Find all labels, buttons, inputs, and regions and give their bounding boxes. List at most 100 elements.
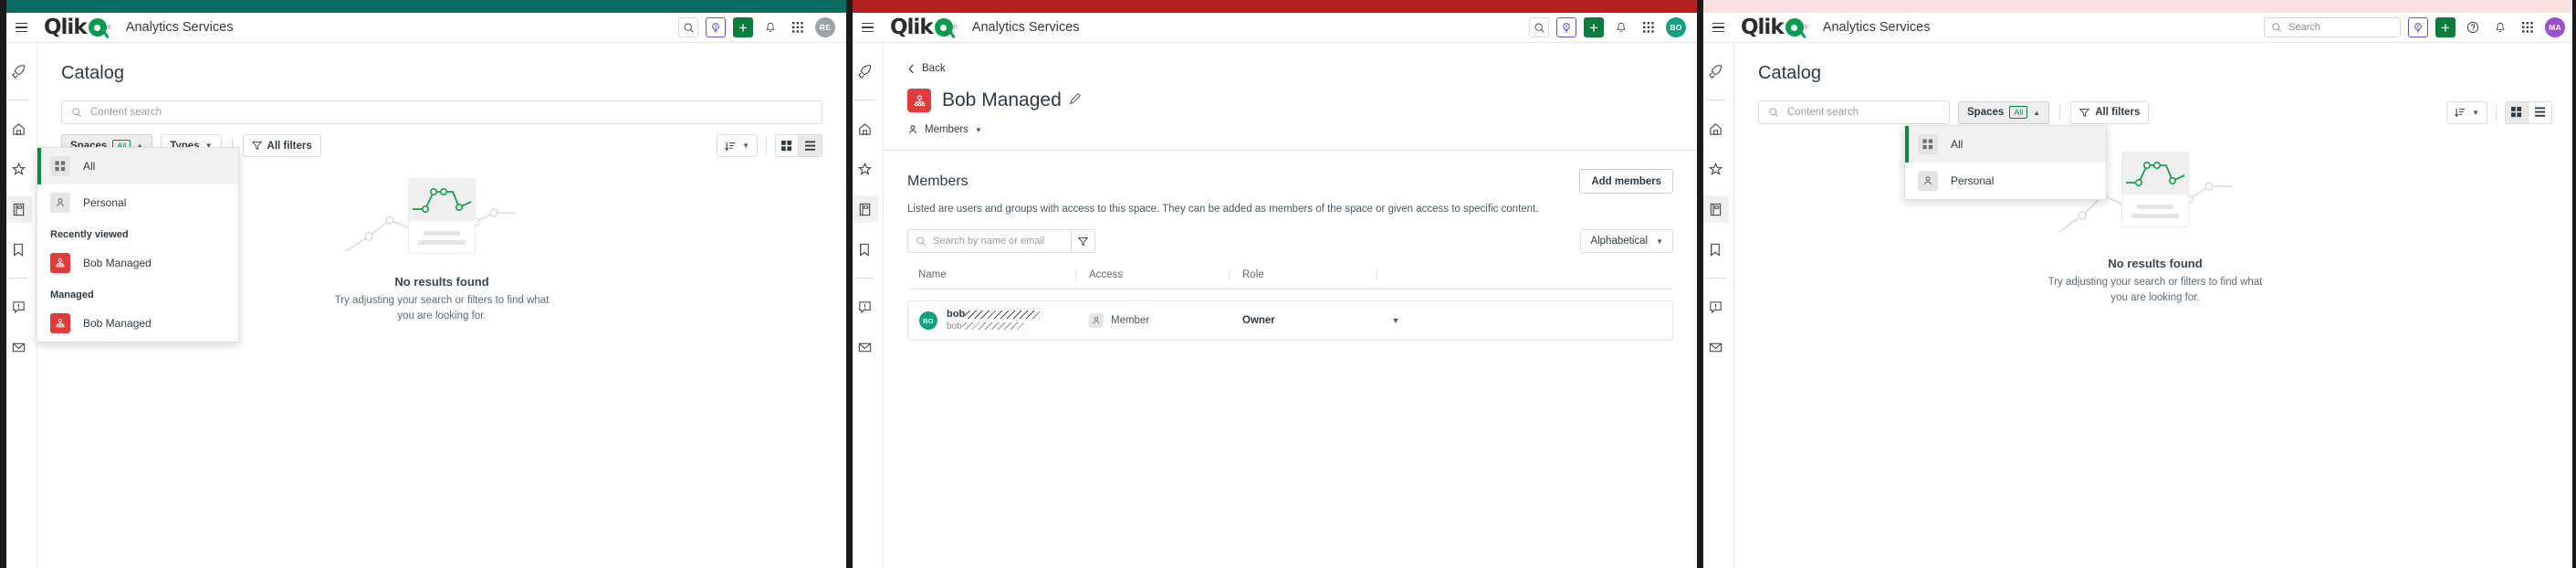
column-header-name: Name <box>918 269 947 280</box>
grid-view-button[interactable] <box>2505 100 2529 124</box>
all-filters-button[interactable]: All filters <box>2070 100 2150 124</box>
sidebar-item-home[interactable] <box>5 115 32 142</box>
column-header-actions <box>1377 269 1413 280</box>
chevron-left-icon <box>908 64 914 73</box>
managed-space-icon <box>50 253 70 273</box>
empty-illustration <box>337 178 547 262</box>
spaces-dropdown-item-personal[interactable]: Personal <box>37 184 238 221</box>
insight-advisor-icon[interactable] <box>1556 17 1576 37</box>
bell-icon[interactable] <box>760 17 780 37</box>
apps-grid-icon[interactable] <box>788 17 808 37</box>
empty-skeleton-card <box>408 178 476 254</box>
sidebar-item-favorites[interactable] <box>1702 155 1729 183</box>
table-row[interactable]: BO bob bob Member Owner ▼ <box>907 300 1673 341</box>
add-icon[interactable]: + <box>2435 17 2456 37</box>
list-view-button[interactable] <box>799 134 822 157</box>
sidebar-item-alerts[interactable] <box>5 293 32 321</box>
spaces-dropdown-item-personal[interactable]: Personal <box>1905 163 2106 199</box>
sidebar-item-favorites[interactable] <box>5 155 32 183</box>
insight-advisor-icon[interactable] <box>706 17 726 37</box>
browser-window-middle: Qlik ® Analytics Services + BO Back Bob … <box>846 0 1697 568</box>
spaces-group-recently-viewed: Recently viewed <box>50 229 129 240</box>
sort-button[interactable]: ▼ <box>717 134 758 157</box>
page-title: Catalog <box>61 63 124 83</box>
member-row-menu[interactable]: ▼ <box>1377 316 1414 325</box>
chevron-down-icon: ▼ <box>1656 237 1663 246</box>
search-icon[interactable] <box>1529 17 1549 37</box>
bell-icon[interactable] <box>2490 17 2510 37</box>
menu-icon[interactable] <box>1708 17 1728 37</box>
insight-advisor-icon[interactable] <box>2408 17 2428 37</box>
sort-button[interactable]: ▼ <box>2446 100 2487 124</box>
avatar[interactable]: MA <box>2545 17 2565 37</box>
top-navigation-bar: Qlik ® Analytics Services + <box>0 13 846 43</box>
empty-state-subtitle: Try adjusting your search or filters to … <box>335 293 550 323</box>
sidebar-item-rocket[interactable] <box>5 58 32 85</box>
sidebar-item-home[interactable] <box>851 115 878 142</box>
search-icon[interactable] <box>678 17 698 37</box>
sidebar-item-mail[interactable] <box>5 333 32 361</box>
sidebar-item-mail[interactable] <box>1702 333 1729 361</box>
edit-space-icon[interactable] <box>1069 92 1082 110</box>
member-role: Owner <box>1242 315 1275 326</box>
qlik-logo[interactable]: Qlik ® <box>44 16 111 39</box>
funnel-icon <box>251 142 262 151</box>
spaces-dropdown-item-all[interactable]: All <box>1905 126 2106 163</box>
spaces-dropdown-item-bob-managed-recent[interactable]: Bob Managed <box>37 245 238 281</box>
members-sort-select[interactable]: Alphabetical ▼ <box>1580 229 1673 253</box>
spaces-filter-button[interactable]: Spaces All ▲ <box>1958 100 2050 124</box>
avatar[interactable]: RE <box>815 17 835 37</box>
back-link[interactable]: Back <box>907 63 1673 74</box>
sidebar-item-mail[interactable] <box>851 333 878 361</box>
qlik-logo[interactable]: Qlik ® <box>890 16 958 39</box>
spaces-dropdown-item-bob-managed[interactable]: Bob Managed <box>37 305 238 342</box>
apps-grid-icon[interactable] <box>1639 17 1659 37</box>
sidebar-item-rocket[interactable] <box>851 58 878 85</box>
app-title: Analytics Services <box>1822 20 1931 35</box>
qlik-mark-icon <box>1785 18 1804 37</box>
all-filters-button[interactable]: All filters <box>242 134 321 157</box>
sidebar-item-bookmarks[interactable] <box>5 236 32 263</box>
menu-icon[interactable] <box>857 17 877 37</box>
avatar[interactable]: BO <box>1666 17 1686 37</box>
bell-icon[interactable] <box>1611 17 1631 37</box>
member-filter-button[interactable] <box>1072 229 1095 253</box>
spaces-dropdown-item-all[interactable]: All <box>37 148 238 184</box>
sidebar-item-catalog[interactable] <box>851 195 878 223</box>
list-view-button[interactable] <box>2529 100 2552 124</box>
member-name: bob <box>947 309 1041 321</box>
sidebar-item-favorites[interactable] <box>851 155 878 183</box>
empty-state-right: No results found Try adjusting your sear… <box>1734 148 2576 305</box>
content-search-input[interactable]: Content search <box>61 100 822 124</box>
person-icon <box>50 193 70 213</box>
grid-view-button[interactable] <box>775 134 799 157</box>
spaces-filter-badge: All <box>2009 106 2028 119</box>
member-email: bob <box>947 321 1040 332</box>
help-icon[interactable] <box>2463 17 2483 37</box>
sidebar-item-catalog[interactable] <box>5 195 32 223</box>
skeleton-line-2 <box>2131 214 2179 218</box>
column-header-access: Access <box>1075 269 1229 280</box>
sidebar-item-catalog[interactable] <box>1702 195 1729 223</box>
search-input[interactable]: Search <box>2264 17 2401 37</box>
sidebar-item-home[interactable] <box>1702 115 1729 142</box>
content-search-input[interactable]: Content search <box>1758 100 1950 124</box>
qlik-mark-icon <box>88 18 107 37</box>
sidebar-item-bookmarks[interactable] <box>851 236 878 263</box>
sidebar-item-bookmarks[interactable] <box>1702 236 1729 263</box>
apps-grid-icon[interactable] <box>2518 17 2538 37</box>
empty-subtitle-line-2: you are looking for. <box>2110 291 2200 303</box>
sidebar-item-alerts[interactable] <box>851 293 878 321</box>
member-search-input[interactable]: Search by name or email <box>907 229 1072 253</box>
qlik-logo[interactable]: Qlik ® <box>1741 16 1808 39</box>
sidebar-item-alerts[interactable] <box>1702 293 1729 321</box>
sidebar-item-rocket[interactable] <box>1702 58 1729 85</box>
menu-icon[interactable] <box>11 17 31 37</box>
spaces-dropdown-label: Personal <box>83 196 127 209</box>
space-tab-members[interactable]: Members ▼ <box>907 124 1673 135</box>
sort-descending-icon <box>725 142 736 151</box>
add-icon[interactable]: + <box>1584 17 1604 37</box>
add-members-button[interactable]: Add members <box>1579 169 1673 194</box>
search-placeholder: Search <box>2288 22 2320 33</box>
add-icon[interactable]: + <box>733 17 753 37</box>
